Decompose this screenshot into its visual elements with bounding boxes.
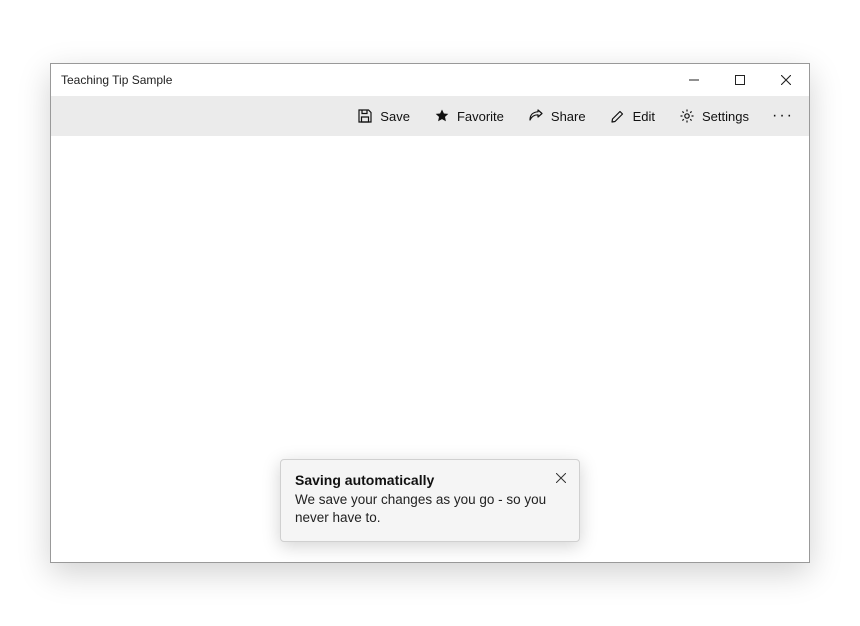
share-button[interactable]: Share: [516, 96, 598, 136]
app-window: Teaching Tip Sample Save: [50, 63, 810, 563]
more-button[interactable]: ···: [761, 96, 805, 136]
favorite-button[interactable]: Favorite: [422, 96, 516, 136]
command-bar: Save Favorite Share Edit: [51, 96, 809, 136]
window-title: Teaching Tip Sample: [61, 73, 671, 87]
share-icon: [528, 108, 544, 124]
window-controls: [671, 64, 809, 96]
teaching-tip-close-button[interactable]: [551, 468, 571, 488]
edit-button[interactable]: Edit: [598, 96, 667, 136]
teaching-tip: Saving automatically We save your change…: [280, 459, 580, 542]
more-icon: ···: [772, 107, 794, 125]
share-label: Share: [551, 109, 586, 124]
save-button[interactable]: Save: [345, 96, 422, 136]
gear-icon: [679, 108, 695, 124]
minimize-button[interactable]: [671, 64, 717, 96]
settings-button[interactable]: Settings: [667, 96, 761, 136]
favorite-label: Favorite: [457, 109, 504, 124]
titlebar: Teaching Tip Sample: [51, 64, 809, 96]
save-label: Save: [380, 109, 410, 124]
save-icon: [357, 108, 373, 124]
maximize-button[interactable]: [717, 64, 763, 96]
maximize-icon: [735, 75, 745, 85]
content-area: Saving automatically We save your change…: [51, 136, 809, 562]
settings-label: Settings: [702, 109, 749, 124]
teaching-tip-title: Saving automatically: [295, 472, 565, 488]
close-button[interactable]: [763, 64, 809, 96]
edit-label: Edit: [633, 109, 655, 124]
minimize-icon: [689, 75, 699, 85]
close-icon: [781, 75, 791, 85]
teaching-tip-body: We save your changes as you go - so you …: [295, 491, 565, 527]
close-icon: [556, 473, 566, 483]
star-icon: [434, 108, 450, 124]
edit-icon: [610, 108, 626, 124]
